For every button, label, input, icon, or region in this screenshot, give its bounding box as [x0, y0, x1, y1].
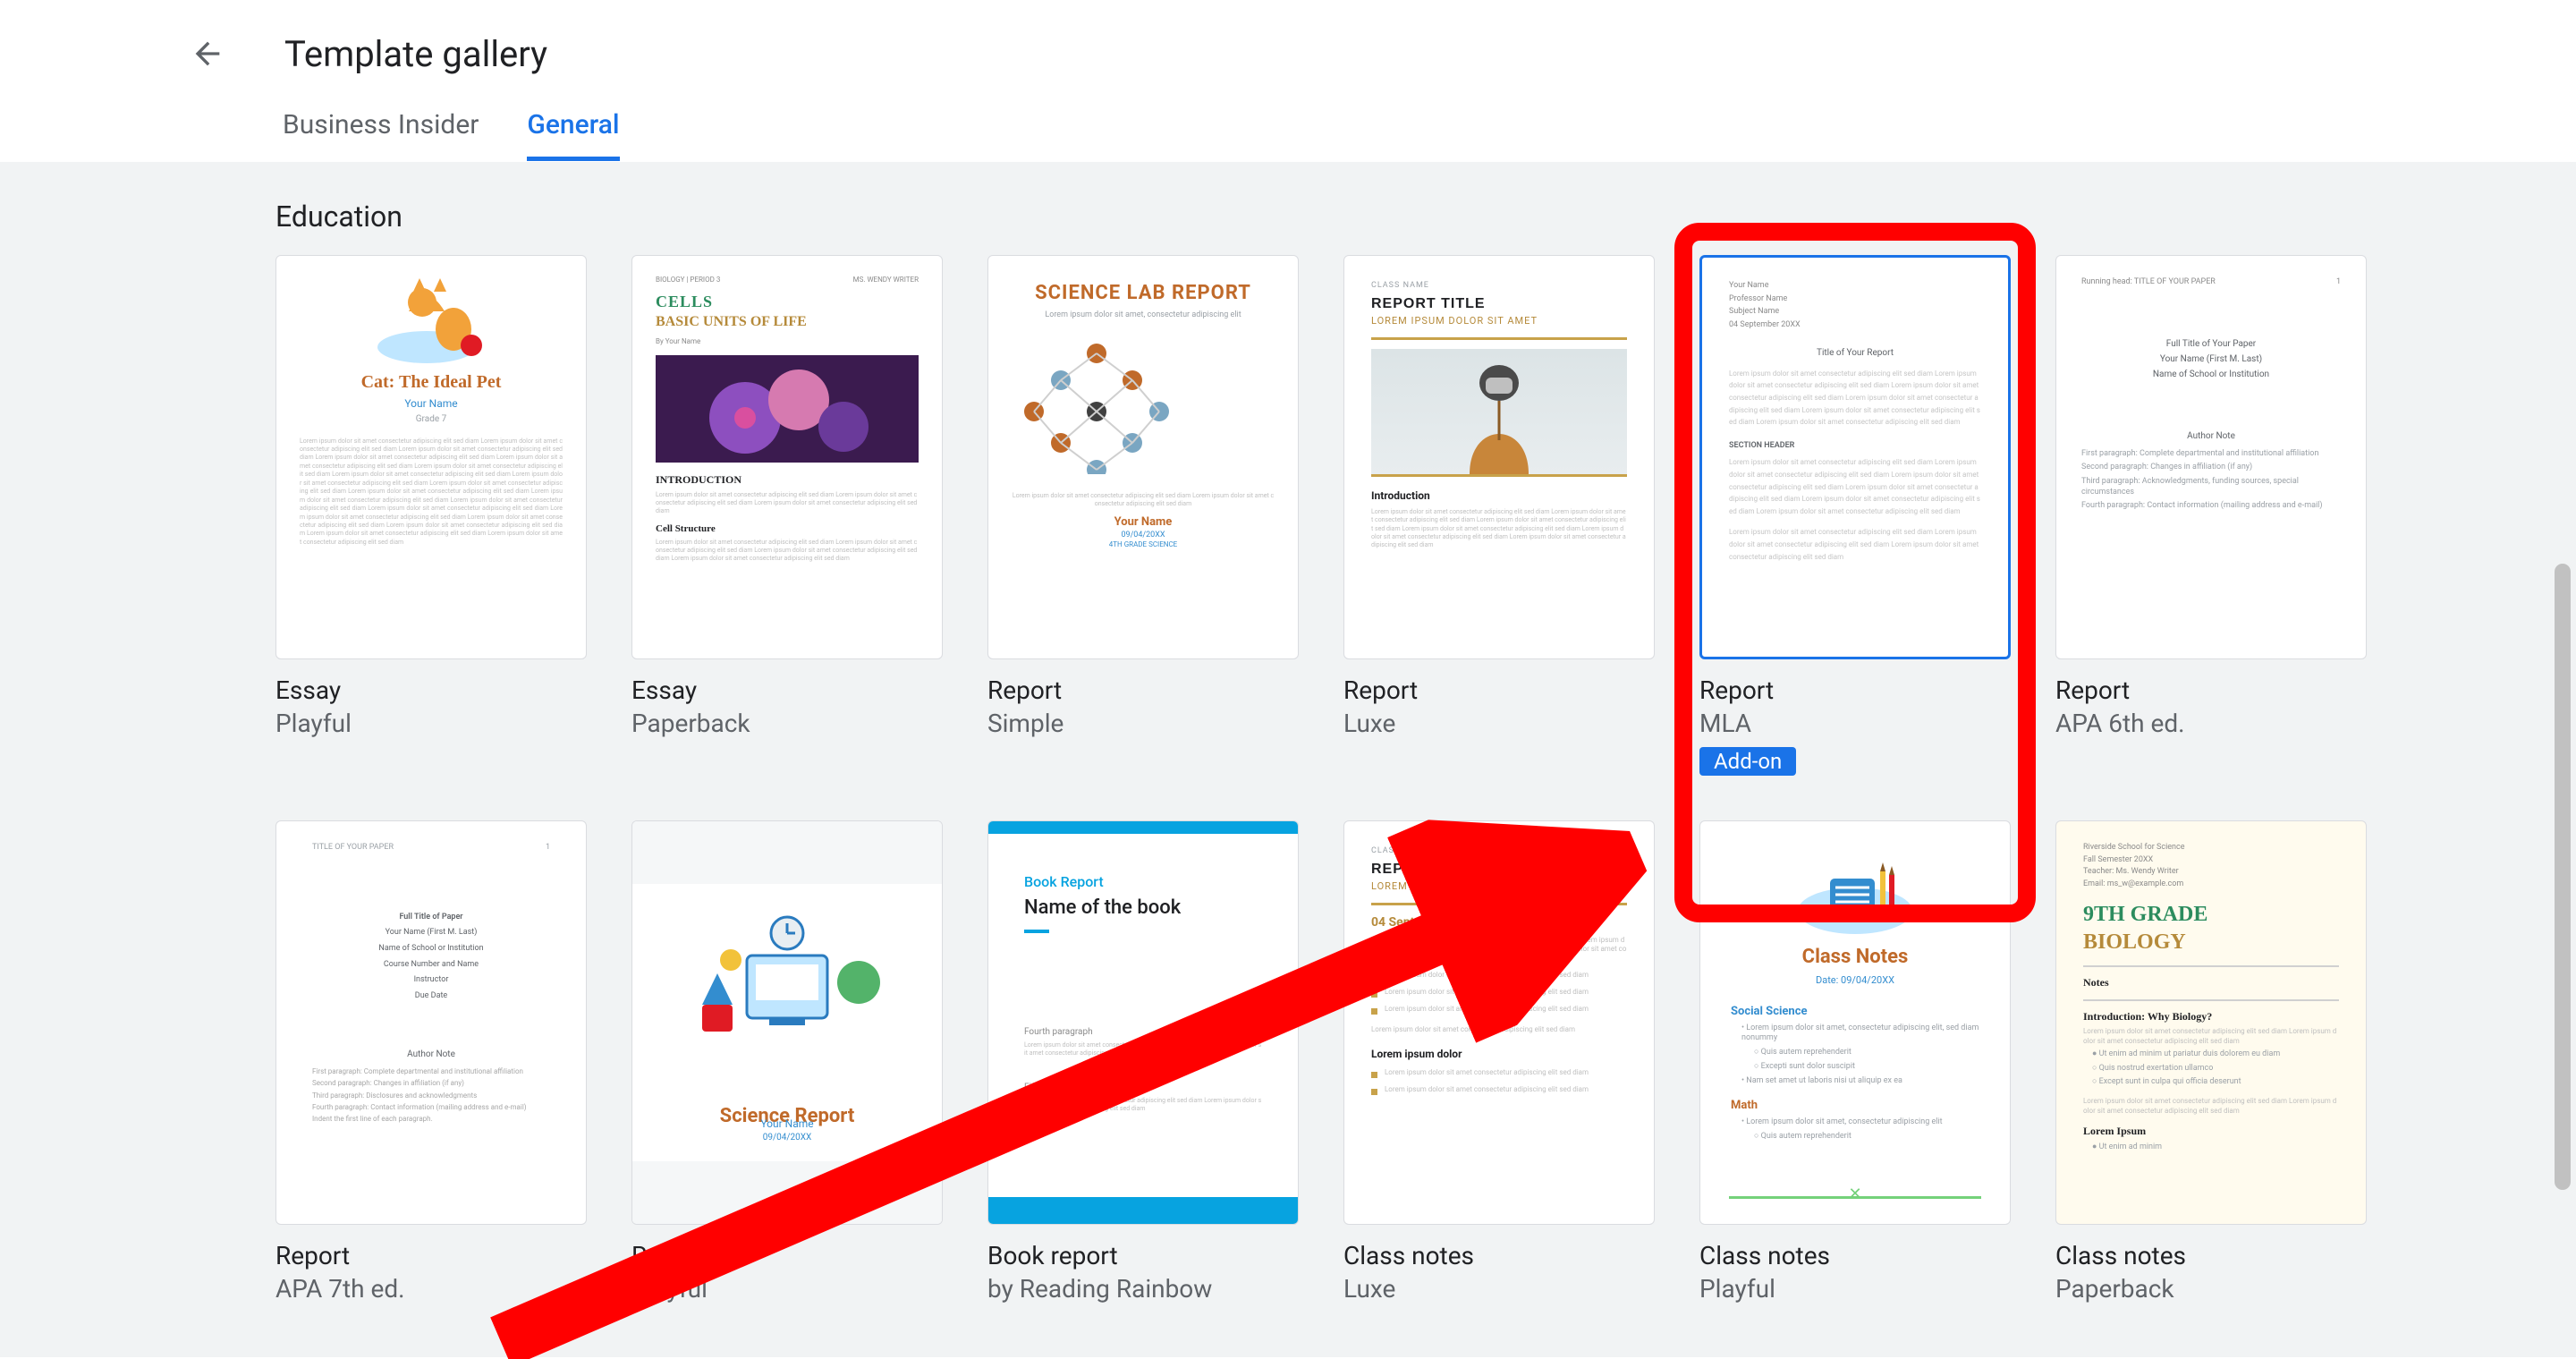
scrollbar[interactable] — [2555, 125, 2571, 1341]
back-button[interactable] — [184, 30, 231, 77]
template-name: Report — [1343, 675, 1655, 705]
template-name: Class notes — [2055, 1241, 2367, 1270]
template-subtitle: by Reading Rainbow — [987, 1274, 1299, 1304]
template-card[interactable]: Running head: TITLE OF YOUR PAPER1 Full … — [2055, 255, 2367, 776]
template-thumbnail: TITLE OF YOUR PAPER1 Full Title of Paper… — [275, 820, 587, 1225]
template-subtitle: Luxe — [1343, 709, 1655, 738]
template-grid: Cat: The Ideal Pet Your Name Grade 7 Lor… — [275, 255, 2317, 1304]
template-card[interactable]: CLASS NAME REPORT TITLE LOREM IPSUM DOLO… — [1343, 255, 1655, 776]
template-name: Report — [987, 675, 1299, 705]
tab-business-insider[interactable]: Business Insider — [283, 109, 479, 161]
template-name: Book report — [987, 1241, 1299, 1270]
template-thumbnail: Your NameProfessor NameSubject Name04 Se… — [1699, 255, 2011, 659]
template-thumbnail: Class Notes Date: 09/04/20XX Social Scie… — [1699, 820, 2011, 1225]
template-thumbnail: BIOLOGY | PERIOD 3MS. WENDY WRITER CELLS… — [631, 255, 943, 659]
template-name: Report — [631, 1241, 943, 1270]
template-name: Essay — [631, 675, 943, 705]
template-card[interactable]: Book Report Name of the book Fourth para… — [987, 820, 1299, 1304]
template-card[interactable]: Cat: The Ideal Pet Your Name Grade 7 Lor… — [275, 255, 587, 776]
template-subtitle: Playful — [275, 709, 587, 738]
template-card[interactable]: Science Report Your Name 09/04/20XX Repo… — [631, 820, 943, 1304]
template-subtitle: APA 7th ed. — [275, 1274, 587, 1304]
template-name: Report — [275, 1241, 587, 1270]
section-title: Education — [275, 200, 2317, 234]
template-content: Education Cat: The Ideal Pet Your Name G… — [0, 162, 2576, 1357]
template-thumbnail: CLASS NAME REPORT TITLE LOREM IPSUM DOLO… — [1343, 255, 1655, 659]
template-card[interactable]: SCIENCE LAB REPORT Lorem ipsum dolor sit… — [987, 255, 1299, 776]
template-thumbnail: Riverside School for ScienceFall Semeste… — [2055, 820, 2367, 1225]
template-card[interactable]: Riverside School for ScienceFall Semeste… — [2055, 820, 2367, 1304]
template-thumbnail: CLASS NAME REPORT TITLE LOREM IPSUM DOLO… — [1343, 820, 1655, 1225]
template-subtitle: Luxe — [1343, 1274, 1655, 1304]
arrow-back-icon — [190, 36, 225, 72]
template-subtitle: Paperback — [631, 709, 943, 738]
template-subtitle: APA 6th ed. — [2055, 709, 2367, 738]
template-name: Report — [1699, 675, 2011, 705]
template-card[interactable]: Your NameProfessor NameSubject Name04 Se… — [1699, 255, 2011, 776]
template-name: Essay — [275, 675, 587, 705]
template-subtitle: Simple — [987, 709, 1299, 738]
template-thumbnail: Running head: TITLE OF YOUR PAPER1 Full … — [2055, 255, 2367, 659]
template-thumbnail: Cat: The Ideal Pet Your Name Grade 7 Lor… — [275, 255, 587, 659]
scrollbar-thumb[interactable] — [2555, 564, 2571, 1190]
template-card[interactable]: TITLE OF YOUR PAPER1 Full Title of Paper… — [275, 820, 587, 1304]
template-subtitle: Playful — [631, 1274, 943, 1304]
template-subtitle: Playful — [1699, 1274, 2011, 1304]
template-name: Class notes — [1699, 1241, 2011, 1270]
template-name: Class notes — [1343, 1241, 1655, 1270]
template-thumbnail: SCIENCE LAB REPORT Lorem ipsum dolor sit… — [987, 255, 1299, 659]
template-thumbnail: Science Report Your Name 09/04/20XX — [631, 820, 943, 1225]
tab-general[interactable]: General — [527, 109, 619, 161]
template-subtitle: MLA — [1699, 709, 2011, 738]
template-card[interactable]: CLASS NAME REPORT TITLE LOREM IPSUM DOLO… — [1343, 820, 1655, 1304]
page-title: Template gallery — [284, 33, 547, 75]
template-card[interactable]: BIOLOGY | PERIOD 3MS. WENDY WRITER CELLS… — [631, 255, 943, 776]
tabs: Business Insider General — [0, 107, 2576, 161]
template-name: Report — [2055, 675, 2367, 705]
template-card[interactable]: Class Notes Date: 09/04/20XX Social Scie… — [1699, 820, 2011, 1304]
template-thumbnail: Book Report Name of the book Fourth para… — [987, 820, 1299, 1225]
template-subtitle: Paperback — [2055, 1274, 2367, 1304]
addon-badge: Add-on — [1699, 747, 1796, 776]
